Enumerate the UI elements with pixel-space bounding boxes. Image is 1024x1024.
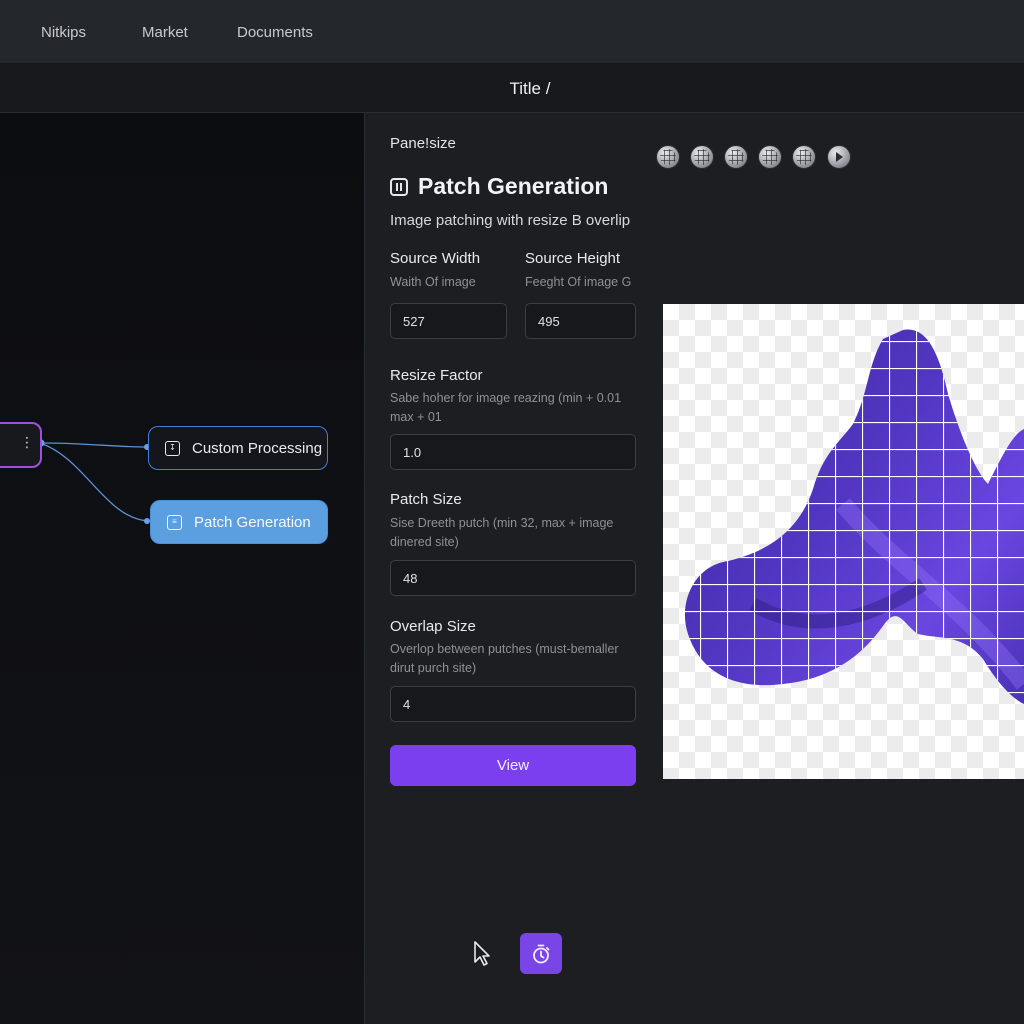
source-width-label: Source Width [390,250,481,267]
patch-size-label: Patch Size [390,491,462,508]
grid-sphere-icon[interactable] [690,145,714,169]
patch-preview-image[interactable] [663,304,1024,779]
patch-icon [390,177,408,196]
title-bar: Title / [0,64,1024,113]
source-width-input[interactable] [390,303,507,339]
resize-factor-input[interactable] [390,434,636,470]
source-node[interactable]: ⋮ [0,422,42,468]
nav-item-documents[interactable]: Documents [237,24,313,41]
node-patch-generation[interactable]: ≡ Patch Generation [150,500,328,544]
timer-icon [533,944,550,963]
overlap-size-help: Overlop between putches (must-bemaller d… [390,642,619,675]
pointer-cursor-icon[interactable] [472,940,492,973]
overlap-size-label: Overlap Size [390,618,476,635]
wire-to-custom-processing [39,442,149,448]
top-nav: Nitkips Market Documents [0,0,1024,64]
resize-factor-label: Resize Factor [390,367,483,384]
kebab-menu-icon[interactable]: ⋮ [20,434,34,451]
source-height-input[interactable] [525,303,636,339]
nav-item-nitkips[interactable]: Nitkips [41,24,86,41]
node-custom-processing[interactable]: ↧ Custom Processing [148,426,328,470]
document-icon: ≡ [167,514,182,530]
properties-panel: Pane!size Patch Generation Image patchin… [365,113,655,1024]
nav-item-market[interactable]: Market [142,24,188,41]
download-box-icon: ↧ [165,440,180,456]
grid-sphere-icon[interactable] [758,145,782,169]
breadcrumb[interactable]: Title / [0,79,1024,99]
panel-title-text: Patch Generation [418,173,609,199]
patch-size-input[interactable] [390,560,636,596]
patch-size-help: Sise Dreeth putch (min 32, max + image d… [390,516,614,549]
source-height-help: Feeght Of image G [525,275,632,289]
source-width-help: Waith Of image [390,275,476,289]
play-icon[interactable] [827,145,851,169]
wire-to-patch-generation [39,442,149,522]
panel-label: Pane!size [390,135,456,152]
source-height-label: Source Height [525,250,621,267]
timer-button[interactable] [520,933,562,974]
patched-shape [684,329,1024,705]
panel-description: Image patching with resize B overlip [390,212,631,229]
panel-title: Patch Generation [390,173,608,200]
grid-sphere-icon[interactable] [656,145,680,169]
node-canvas[interactable]: ⋮ ↧ Custom Processing ≡ Patch Generation [0,113,365,1024]
resize-factor-help: Sabe hoher for image reazing (min + 0.01… [390,391,622,424]
overlap-size-input[interactable] [390,686,636,722]
node-label: Custom Processing [192,439,323,457]
view-button[interactable]: View [390,745,636,786]
grid-sphere-icon[interactable] [724,145,748,169]
grid-sphere-icon[interactable] [792,145,816,169]
node-label: Patch Generation [194,513,311,531]
connection-wires [37,439,150,524]
